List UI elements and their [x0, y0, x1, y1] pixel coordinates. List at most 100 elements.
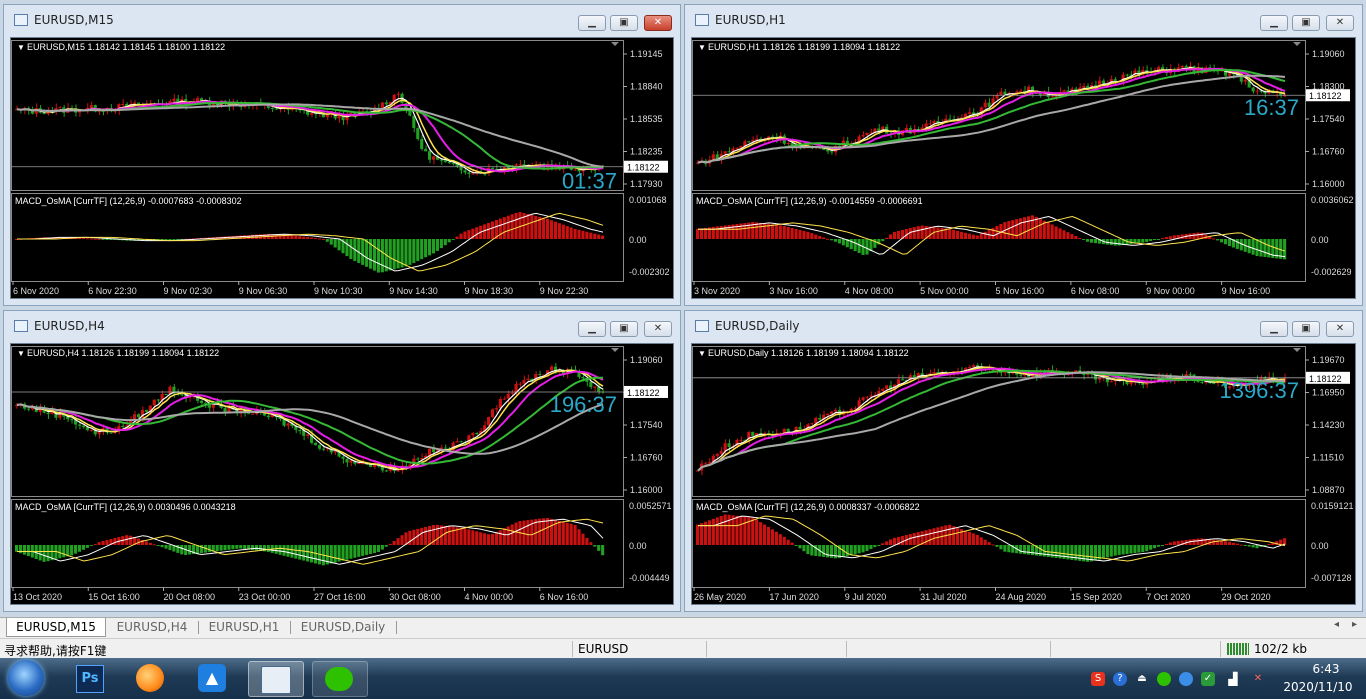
chart-area[interactable]: ▼ EURUSD,H1 1.18126 1.18199 1.18094 1.181…: [691, 37, 1356, 299]
candle-body: [538, 374, 542, 376]
minimize-button[interactable]: ▁: [578, 15, 606, 31]
network-icon[interactable]: ▟: [1226, 672, 1240, 686]
cloud-icon[interactable]: [1179, 672, 1193, 686]
chart-window-h4[interactable]: EURUSD,H4 ▁ ▣ ✕ ▼ EURUSD,H4 1.18126 1.181…: [3, 310, 681, 612]
macd-histogram-bar: [1267, 543, 1271, 545]
ma-yellow-line: [697, 67, 1286, 164]
macd-histogram-bar: [353, 545, 357, 558]
candle-body: [455, 441, 459, 443]
chart-window-m15[interactable]: EURUSD,M15 ▁ ▣ ✕ ▼ EURUSD,M15 1.18142 1.1…: [3, 4, 681, 306]
tab-eurusd-daily[interactable]: EURUSD,Daily: [292, 618, 394, 637]
candle-body: [424, 149, 428, 152]
tab-scroll-left-icon[interactable]: ◂: [1334, 619, 1339, 630]
macd-histogram-bar: [806, 231, 810, 239]
macd-histogram-bar: [1125, 545, 1129, 554]
wechat-tray-icon[interactable]: [1157, 672, 1171, 686]
macd-histogram-bar: [479, 532, 483, 545]
usb-icon[interactable]: ⏏: [1135, 672, 1149, 686]
tab-eurusd-h1[interactable]: EURUSD,H1: [200, 618, 288, 637]
chart-canvas: ▼ EURUSD,H1 1.18126 1.18199 1.18094 1.181…: [692, 40, 1354, 296]
close-button[interactable]: ✕: [1326, 321, 1354, 337]
macd-histogram-bar: [1101, 545, 1105, 559]
candle-body: [494, 408, 498, 410]
title-bar[interactable]: EURUSD,H1 ▁ ▣ ✕: [685, 5, 1362, 35]
candle-body: [412, 115, 416, 129]
macd-histogram-bar: [877, 545, 881, 546]
chart-window-daily[interactable]: EURUSD,Daily ▁ ▣ ✕ ▼ EURUSD,Daily 1.18126…: [684, 310, 1363, 612]
start-orb-icon[interactable]: [8, 660, 44, 696]
shield-icon[interactable]: ✓: [1201, 672, 1215, 686]
macd-histogram-bar: [900, 535, 905, 545]
macd-histogram-bar: [885, 237, 889, 239]
macd-histogram-bar: [790, 542, 794, 545]
candle-body: [1062, 90, 1066, 93]
candle-body: [133, 102, 137, 105]
chart-area[interactable]: ▼ EURUSD,M15 1.18142 1.18145 1.18100 1.18…: [10, 37, 674, 299]
macd-histogram-bar: [420, 239, 424, 260]
macd-histogram-bar: [1223, 239, 1228, 245]
candle-body: [251, 413, 255, 415]
macd-histogram-bar: [164, 545, 168, 549]
macd-histogram-bar: [1160, 238, 1165, 240]
title-bar[interactable]: EURUSD,M15 ▁ ▣ ✕: [4, 5, 680, 35]
close-button[interactable]: ✕: [644, 321, 672, 337]
candle-body: [471, 432, 475, 436]
title-bar[interactable]: EURUSD,H4 ▁ ▣ ✕: [4, 311, 680, 341]
minimize-button[interactable]: ▁: [578, 321, 606, 337]
help-icon[interactable]: ?: [1113, 672, 1127, 686]
close-button[interactable]: ✕: [1326, 15, 1354, 31]
macd-histogram-bar: [490, 221, 495, 239]
wechat-icon[interactable]: [312, 661, 368, 697]
minimize-button[interactable]: ▁: [1260, 15, 1288, 31]
time-axis-label: 4 Nov 00:00: [465, 592, 514, 602]
macd-axis-label: 0.0052571: [629, 501, 672, 511]
macd-histogram-bar: [1129, 545, 1133, 554]
tab-eurusd-h4[interactable]: EURUSD,H4: [108, 618, 196, 637]
macd-histogram-bar: [443, 525, 447, 545]
time-axis-label: 9 Jul 2020: [845, 592, 887, 602]
metatrader-taskbar-button[interactable]: [248, 661, 304, 697]
chart-area[interactable]: ▼ EURUSD,H4 1.18126 1.18199 1.18094 1.181…: [10, 343, 674, 605]
browser-icon[interactable]: [128, 661, 172, 695]
macd-histogram-bar: [70, 545, 74, 556]
volume-muted-icon[interactable]: ✕: [1251, 672, 1265, 686]
title-bar[interactable]: EURUSD,Daily ▁ ▣ ✕: [685, 311, 1362, 341]
clock-date[interactable]: 2020/11/10: [1278, 680, 1358, 694]
close-button[interactable]: ✕: [644, 15, 672, 31]
maximize-button[interactable]: ▣: [610, 15, 638, 31]
candle-body: [341, 456, 345, 459]
macd-histogram-bar: [995, 545, 999, 547]
maximize-button[interactable]: ▣: [1292, 321, 1320, 337]
input-method-icon[interactable]: S: [1091, 672, 1105, 686]
chart-window-h1[interactable]: EURUSD,H1 ▁ ▣ ✕ ▼ EURUSD,H1 1.18126 1.181…: [684, 4, 1363, 306]
maximize-button[interactable]: ▣: [610, 321, 638, 337]
minimize-button[interactable]: ▁: [1260, 321, 1288, 337]
tab-eurusd-m15[interactable]: EURUSD,M15: [6, 618, 106, 637]
candle-body: [89, 429, 93, 431]
time-axis-label: 5 Nov 00:00: [920, 286, 969, 296]
blue-app-icon[interactable]: ▲: [190, 661, 234, 695]
macd-histogram-bar: [715, 517, 719, 545]
macd-histogram-bar: [227, 545, 231, 550]
candle-body: [286, 423, 290, 426]
macd-histogram-bar: [971, 533, 975, 545]
status-divider: [706, 641, 707, 657]
candle-body: [739, 439, 743, 441]
candle-body: [1019, 90, 1023, 92]
candle-body: [928, 123, 932, 125]
macd-histogram-bar: [392, 239, 396, 270]
photoshop-icon[interactable]: Ps: [66, 661, 110, 695]
price-label: 1.19060: [630, 355, 663, 365]
tab-scroll-right-icon[interactable]: ▸: [1352, 619, 1357, 630]
macd-histogram-bar: [463, 528, 467, 545]
current-price-label: 1.18122: [627, 388, 660, 398]
maximize-button[interactable]: ▣: [1292, 15, 1320, 31]
macd-axis-label: -0.002629: [1311, 267, 1352, 277]
macd-histogram-bar: [494, 532, 498, 545]
macd-histogram-bar: [349, 545, 353, 559]
time-axis-label: 7 Oct 2020: [1146, 592, 1190, 602]
macd-histogram-bar: [447, 526, 451, 545]
macd-histogram-bar: [940, 227, 944, 239]
chart-area[interactable]: ▼ EURUSD,Daily 1.18126 1.18199 1.18094 1.…: [691, 343, 1356, 605]
clock-time[interactable]: 6:43: [1296, 662, 1356, 676]
